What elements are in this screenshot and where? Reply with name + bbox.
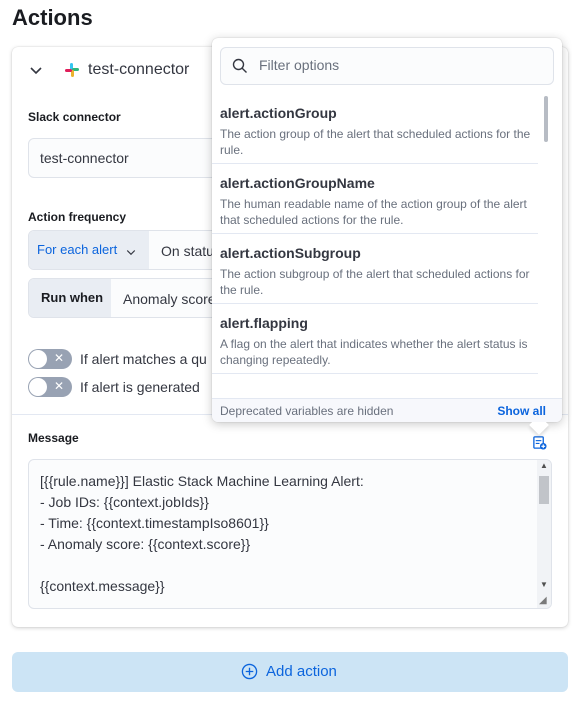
cross-icon: ✕ xyxy=(54,379,65,393)
toggle-alert-generated[interactable]: ✕ xyxy=(28,377,72,397)
message-line: - Time: {{context.timestampIso8601}} xyxy=(40,515,269,531)
variable-name: alert.flapping xyxy=(220,315,308,331)
message-line: - Anomaly score: {{context.score}} xyxy=(40,536,251,552)
frequency-mode-select[interactable]: For each alert xyxy=(29,231,149,269)
slack-connector-value: test-connector xyxy=(40,150,129,166)
popover-footer: Deprecated variables are hidden Show all xyxy=(212,398,562,422)
plus-circle-icon xyxy=(241,663,258,680)
message-line: {{context.message}} xyxy=(40,578,165,594)
resize-handle-icon[interactable]: ◢ xyxy=(539,595,547,606)
scroll-up-icon[interactable]: ▲ xyxy=(540,461,548,470)
variable-option[interactable]: alert.actionSubgroup The action subgroup… xyxy=(212,234,538,304)
search-icon xyxy=(232,58,247,73)
run-when-control: Run when Anomaly score xyxy=(28,278,228,318)
slack-connector-label: Slack connector xyxy=(28,110,121,124)
scrollbar-thumb[interactable] xyxy=(539,476,549,504)
connector-name: test-connector xyxy=(88,61,190,78)
run-when-select[interactable]: Anomaly score xyxy=(111,279,227,317)
deprecated-note: Deprecated variables are hidden xyxy=(220,404,394,418)
variable-option[interactable]: alert.actionGroup The action group of th… xyxy=(212,94,538,164)
variable-description: The action group of the alert that sched… xyxy=(220,127,531,157)
variable-name: alert.actionGroupName xyxy=(220,175,375,191)
show-all-link[interactable]: Show all xyxy=(497,404,546,418)
run-when-value: Anomaly score xyxy=(123,291,216,307)
variables-popover: alert.actionGroup The action group of th… xyxy=(212,38,562,435)
filter-options-field[interactable] xyxy=(220,47,554,85)
action-frequency-control: For each alert On statu xyxy=(28,230,228,270)
run-when-label: Run when xyxy=(29,279,111,317)
frequency-value-text: On statu xyxy=(161,243,214,259)
slack-connector-select[interactable]: test-connector xyxy=(28,138,228,178)
scroll-down-icon[interactable]: ▼ xyxy=(540,580,548,589)
filter-options-input[interactable] xyxy=(259,57,539,73)
toggle-alert-generated-label: If alert is generated xyxy=(80,379,200,395)
add-action-label: Add action xyxy=(266,663,337,680)
variable-option[interactable]: alert.actionGroupName The human readable… xyxy=(212,164,538,234)
variable-description: The human readable name of the action gr… xyxy=(220,197,527,227)
add-variable-icon[interactable] xyxy=(532,435,547,450)
message-line: [{{rule.name}}] Elastic Stack Machine Le… xyxy=(40,473,364,489)
toggle-alert-matches-query-label: If alert matches a qu xyxy=(80,351,207,367)
chevron-down-icon xyxy=(126,250,136,256)
toggle-knob xyxy=(29,350,47,368)
message-textarea[interactable]: [{{rule.name}}] Elastic Stack Machine Le… xyxy=(28,459,552,609)
toggle-knob xyxy=(29,378,47,396)
page-title: Actions xyxy=(12,5,93,30)
cross-icon: ✕ xyxy=(54,351,65,365)
chevron-down-icon[interactable] xyxy=(28,62,44,78)
variable-name: alert.actionGroup xyxy=(220,105,337,121)
variable-description: A flag on the alert that indicates wheth… xyxy=(220,337,528,367)
scrollbar[interactable]: ▲ ▼ ◢ xyxy=(537,460,551,608)
slack-icon xyxy=(65,63,79,77)
message-line: - Job IDs: {{context.jobIds}} xyxy=(40,494,209,510)
variable-option[interactable]: alert.flapping A flag on the alert that … xyxy=(212,304,538,374)
action-frequency-label: Action frequency xyxy=(28,210,127,224)
toggle-alert-matches-query[interactable]: ✕ xyxy=(28,349,72,369)
add-action-button[interactable]: Add action xyxy=(12,652,568,692)
message-label: Message xyxy=(28,431,79,445)
popover-scrollbar[interactable] xyxy=(544,96,548,142)
frequency-mode-value: For each alert xyxy=(37,242,118,257)
variable-description: The action subgroup of the alert that sc… xyxy=(220,267,530,297)
variable-name: alert.actionSubgroup xyxy=(220,245,361,261)
